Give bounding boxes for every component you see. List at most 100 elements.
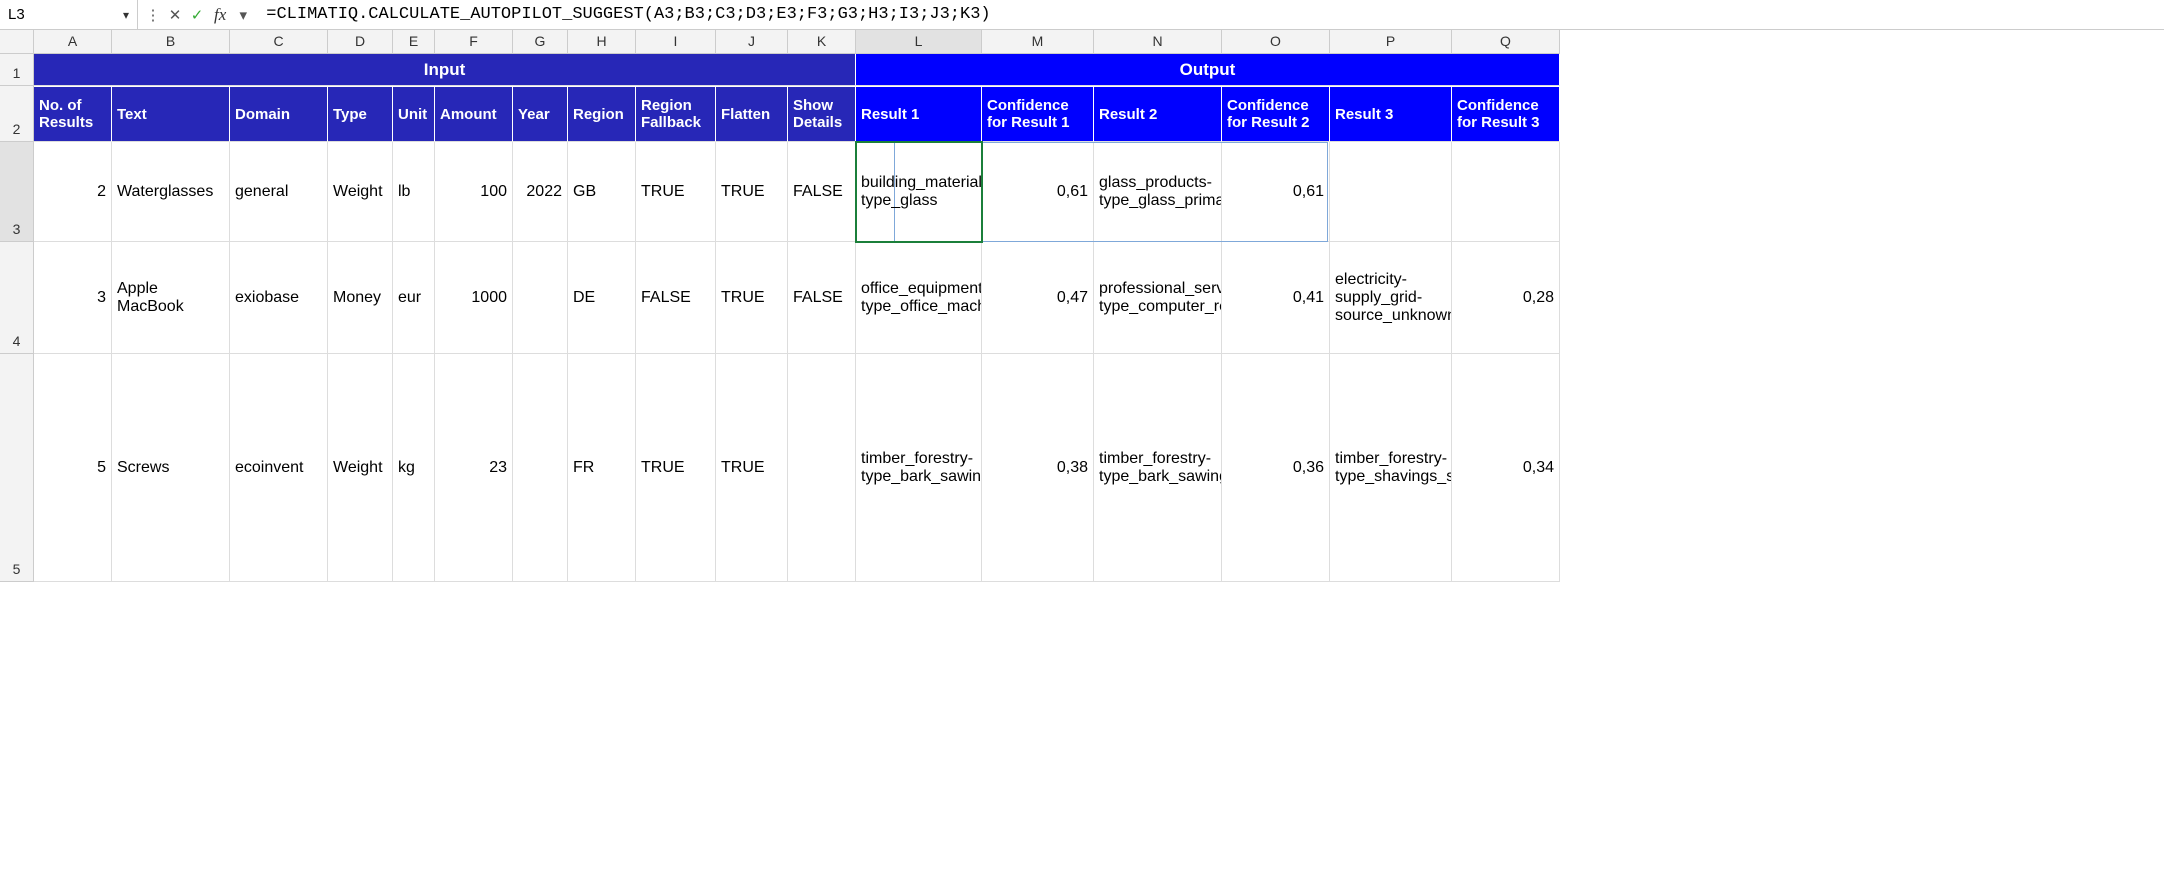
cell-E3[interactable]: lb [393, 142, 435, 242]
col-head-A[interactable]: A [34, 30, 112, 53]
cell-K5[interactable] [788, 354, 856, 582]
cell-B5[interactable]: Screws [112, 354, 230, 582]
vertical-dots-icon[interactable]: ⋮ [144, 6, 162, 24]
col-head-Q[interactable]: Q [1452, 30, 1560, 53]
cell-C3[interactable]: general [230, 142, 328, 242]
cell-P5[interactable]: timber_forestry-type_shavings_softwood_l… [1330, 354, 1452, 582]
cell-J3[interactable]: TRUE [716, 142, 788, 242]
header-C[interactable]: Domain [230, 86, 328, 142]
cell-M4[interactable]: 0,47 [982, 242, 1094, 354]
chevron-down-icon[interactable]: ▾ [123, 8, 129, 22]
col-head-K[interactable]: K [788, 30, 856, 53]
cell-M5[interactable]: 0,38 [982, 354, 1094, 582]
group-header-output[interactable]: Output [856, 54, 1560, 86]
col-head-L[interactable]: L [856, 30, 982, 53]
col-head-E[interactable]: E [393, 30, 435, 53]
row-head-3[interactable]: 3 [0, 142, 34, 242]
row-head-1[interactable]: 1 [0, 54, 34, 86]
col-head-I[interactable]: I [636, 30, 716, 53]
cell-Q4[interactable]: 0,28 [1452, 242, 1560, 354]
header-K[interactable]: Show Details [788, 86, 856, 142]
cell-N4[interactable]: professional_services-type_computer_rela… [1094, 242, 1222, 354]
cell-G3[interactable]: 2022 [513, 142, 568, 242]
header-M[interactable]: Confidence for Result 1 [982, 86, 1094, 142]
cell-A3[interactable]: 2 [34, 142, 112, 242]
cell-D5[interactable]: Weight [328, 354, 393, 582]
col-head-H[interactable]: H [568, 30, 636, 53]
cell-O3[interactable]: 0,61 [1222, 142, 1330, 242]
cell-L5[interactable]: timber_forestry-type_bark_sawing_hardwoo… [856, 354, 982, 582]
cell-N5[interactable]: timber_forestry-type_bark_sawing_softwoo… [1094, 354, 1222, 582]
cell-K4[interactable]: FALSE [788, 242, 856, 354]
header-H[interactable]: Region [568, 86, 636, 142]
cell-A5[interactable]: 5 [34, 354, 112, 582]
cell-I4[interactable]: FALSE [636, 242, 716, 354]
select-all-corner[interactable] [0, 30, 34, 54]
col-head-J[interactable]: J [716, 30, 788, 53]
cancel-icon[interactable]: ✕ [166, 6, 184, 24]
name-box[interactable]: L3 ▾ [0, 0, 138, 29]
formula-input[interactable] [258, 0, 2164, 29]
col-head-N[interactable]: N [1094, 30, 1222, 53]
cell-O5[interactable]: 0,36 [1222, 354, 1330, 582]
header-P[interactable]: Result 3 [1330, 86, 1452, 142]
row-head-5[interactable]: 5 [0, 354, 34, 582]
header-L[interactable]: Result 1 [856, 86, 982, 142]
header-A[interactable]: No. of Results [34, 86, 112, 142]
cell-C4[interactable]: exiobase [230, 242, 328, 354]
accept-icon[interactable]: ✓ [188, 6, 206, 24]
cell-L4[interactable]: office_equipment-type_office_machinery_c… [856, 242, 982, 354]
header-Q[interactable]: Confidence for Result 3 [1452, 86, 1560, 142]
cell-N3[interactable]: glass_products-type_glass_primary_materi… [1094, 142, 1222, 242]
cell-F5[interactable]: 23 [435, 354, 513, 582]
cell-E4[interactable]: eur [393, 242, 435, 354]
cell-E5[interactable]: kg [393, 354, 435, 582]
cell-H4[interactable]: DE [568, 242, 636, 354]
cell-I5[interactable]: TRUE [636, 354, 716, 582]
group-header-input[interactable]: Input [34, 54, 856, 86]
row-head-4[interactable]: 4 [0, 242, 34, 354]
cell-J4[interactable]: TRUE [716, 242, 788, 354]
col-head-O[interactable]: O [1222, 30, 1330, 53]
cell-P3[interactable] [1330, 142, 1452, 242]
header-J[interactable]: Flatten [716, 86, 788, 142]
cell-P4[interactable]: electricity-supply_grid-source_unknown [1330, 242, 1452, 354]
cell-G5[interactable] [513, 354, 568, 582]
col-head-G[interactable]: G [513, 30, 568, 53]
cell-G4[interactable] [513, 242, 568, 354]
cell-H5[interactable]: FR [568, 354, 636, 582]
cell-Q5[interactable]: 0,34 [1452, 354, 1560, 582]
cell-D4[interactable]: Money [328, 242, 393, 354]
col-head-P[interactable]: P [1330, 30, 1452, 53]
cell-C5[interactable]: ecoinvent [230, 354, 328, 582]
col-head-M[interactable]: M [982, 30, 1094, 53]
col-head-C[interactable]: C [230, 30, 328, 53]
cell-Q3[interactable] [1452, 142, 1560, 242]
cell-M3[interactable]: 0,61 [982, 142, 1094, 242]
cell-B3[interactable]: Waterglasses [112, 142, 230, 242]
chevron-down-icon[interactable]: ▾ [234, 6, 252, 24]
header-G[interactable]: Year [513, 86, 568, 142]
col-head-B[interactable]: B [112, 30, 230, 53]
cell-K3[interactable]: FALSE [788, 142, 856, 242]
cell-A4[interactable]: 3 [34, 242, 112, 354]
header-O[interactable]: Confidence for Result 2 [1222, 86, 1330, 142]
cell-D3[interactable]: Weight [328, 142, 393, 242]
header-B[interactable]: Text [112, 86, 230, 142]
cell-F4[interactable]: 1000 [435, 242, 513, 354]
header-F[interactable]: Amount [435, 86, 513, 142]
cell-F3[interactable]: 100 [435, 142, 513, 242]
cell-O4[interactable]: 0,41 [1222, 242, 1330, 354]
col-head-F[interactable]: F [435, 30, 513, 53]
cell-H3[interactable]: GB [568, 142, 636, 242]
fx-icon[interactable]: fx [210, 5, 230, 25]
header-N[interactable]: Result 2 [1094, 86, 1222, 142]
cell-J5[interactable]: TRUE [716, 354, 788, 582]
row-head-2[interactable]: 2 [0, 86, 34, 142]
header-D[interactable]: Type [328, 86, 393, 142]
header-E[interactable]: Unit [393, 86, 435, 142]
col-head-D[interactable]: D [328, 30, 393, 53]
header-I[interactable]: Region Fallback [636, 86, 716, 142]
cell-B4[interactable]: Apple MacBook [112, 242, 230, 354]
cell-L3[interactable]: building_materials-type_glass [856, 142, 982, 242]
